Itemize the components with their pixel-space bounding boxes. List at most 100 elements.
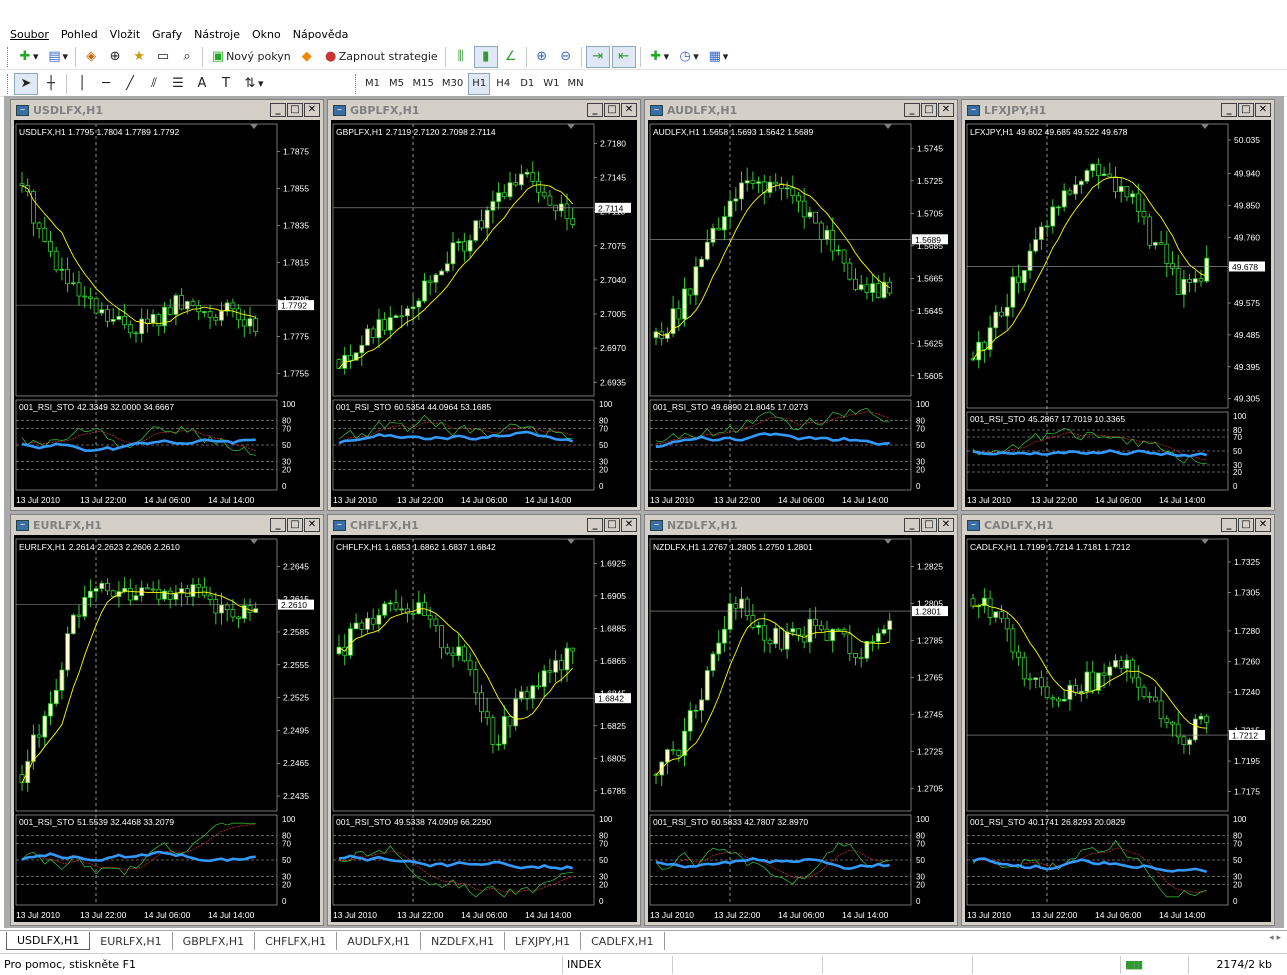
navigator-button[interactable]: ⊕ [104,46,126,68]
chart-tab[interactable]: GBPLFX,H1 [173,932,256,950]
close-button[interactable]: ✕ [1255,103,1271,117]
timeframe-h4-button[interactable]: H4 [492,73,514,95]
new-chart-button[interactable]: ✚ ▾ [14,46,42,68]
chart-window[interactable]: ~ LFXJPY,H1 _ □ ✕ 50.035 49.940 49.850 49.760 49.… [961,99,1275,511]
market-watch-button[interactable]: ◈ [80,46,102,68]
periods-toolbar-grip[interactable] [354,73,358,94]
chart-canvas[interactable]: 50.03549.94049.85049.76049.67549.57549.4… [965,120,1271,507]
menu-soubor[interactable]: Soubor [10,28,49,41]
chart-window[interactable]: ~ CHFLFX,H1 _ □ ✕ 1.6925 1.6905 1.6885 1.6865 1.6… [327,514,641,926]
bar-chart-button[interactable]: ⫼ [450,46,472,68]
chart-tab[interactable]: EURLFX,H1 [90,932,173,950]
close-button[interactable]: ✕ [621,103,637,117]
chart-titlebar[interactable]: ~ CHFLFX,H1 _ □ ✕ [329,516,639,534]
arrows-button[interactable]: ⇅ ▾ [239,73,267,95]
timeframe-m30-button[interactable]: M30 [439,73,466,95]
minimize-button[interactable]: _ [587,518,603,532]
chart-shift-button[interactable]: ⇤ [611,45,636,68]
timeframe-mn-button[interactable]: MN [565,73,587,95]
menu-napoveda[interactable]: Nápověda [293,28,349,41]
menu-grafy[interactable]: Grafy [152,28,182,41]
chart-titlebar[interactable]: ~ CADLFX,H1 _ □ ✕ [963,516,1273,534]
chart-titlebar[interactable]: ~ AUDLFX,H1 _ □ ✕ [646,101,956,119]
zoom-out-button[interactable]: ⊖ [555,46,577,68]
maximize-button[interactable]: □ [921,518,937,532]
close-button[interactable]: ✕ [304,518,320,532]
terminal-button[interactable]: ▭ [152,46,174,68]
close-button[interactable]: ✕ [621,518,637,532]
menu-pohled[interactable]: Pohled [61,28,98,41]
minimize-button[interactable]: _ [270,103,286,117]
zoom-in-button[interactable]: ⊕ [531,46,553,68]
chart-canvas[interactable]: 1.7875 1.7855 1.7835 1.7815 1.7795 1.7775 1.77… [14,120,320,507]
maximize-button[interactable]: □ [604,518,620,532]
strategy-tester-button[interactable]: ⌕ [176,46,198,68]
timeframe-d1-button[interactable]: D1 [516,73,538,95]
chart-canvas[interactable]: 2.2645 2.2615 2.2585 2.2555 2.2525 2.2495 2.24… [14,535,320,922]
vertical-line-button[interactable]: │ [71,73,93,95]
text-label-button[interactable]: T [215,73,237,95]
menu-okno[interactable]: Okno [252,28,281,41]
minimize-button[interactable]: _ [904,518,920,532]
fibonacci-button[interactable]: ☰ [167,73,189,95]
drawing-toolbar-grip[interactable] [7,73,10,94]
maximize-button[interactable]: □ [604,103,620,117]
channel-button[interactable]: ⫽ [143,73,165,95]
text-tool-button[interactable]: A [191,73,213,95]
indicators-button[interactable]: ✚ ▾ [645,46,673,68]
chart-titlebar[interactable]: ~ NZDLFX,H1 _ □ ✕ [646,516,956,534]
menu-nastroje[interactable]: Nástroje [194,28,240,41]
horizontal-line-button[interactable]: ─ [95,73,117,95]
chart-window[interactable]: ~ EURLFX,H1 _ □ ✕ 2.2645 2.2615 2.2585 2.2555 2.2… [10,514,324,926]
chart-tab[interactable]: CADLFX,H1 [581,932,665,950]
cursor-tool-button[interactable]: ➤ [14,72,38,95]
maximize-button[interactable]: □ [1238,518,1254,532]
chart-titlebar[interactable]: ~ EURLFX,H1 _ □ ✕ [12,516,322,534]
chart-canvas[interactable]: 2.71802.71452.71102.70752.70402.70052.69… [331,120,637,507]
strategy-toggle-button[interactable]: ● Zapnout strategie [320,46,441,68]
timeframe-w1-button[interactable]: W1 [540,73,562,95]
timeframe-m15-button[interactable]: M15 [410,73,437,95]
chart-canvas[interactable]: 1.5745 1.5725 1.5705 1.5685 1.5665 1.5645 1.56… [648,120,954,507]
maximize-button[interactable]: □ [921,103,937,117]
line-chart-button[interactable]: ∠ [500,46,522,68]
toolbar-grip[interactable] [7,46,10,67]
close-button[interactable]: ✕ [1255,518,1271,532]
minimize-button[interactable]: _ [904,103,920,117]
trendline-button[interactable]: ╱ [119,73,141,95]
close-button[interactable]: ✕ [304,103,320,117]
tab-scroll-arrows[interactable]: ◂ ▸ [1269,933,1281,943]
menu-vlozit[interactable]: Vložit [110,28,140,41]
chart-window[interactable]: ~ USDLFX,H1 _ □ ✕ 1.7875 1.7855 1.7835 1.7815 1.7… [10,99,324,511]
chart-tab[interactable]: LFXJPY,H1 [505,932,582,950]
chart-titlebar[interactable]: ~ USDLFX,H1 _ □ ✕ [12,101,322,119]
profiles-button[interactable]: ▤ ▾ [44,46,72,68]
maximize-button[interactable]: □ [1238,103,1254,117]
chart-tab[interactable]: AUDLFX,H1 [337,932,421,950]
chart-window[interactable]: ~ NZDLFX,H1 _ □ ✕ 1.2825 1.2805 1.2785 1.2765 1.2… [644,514,958,926]
maximize-button[interactable]: □ [287,103,303,117]
chart-tab[interactable]: NZDLFX,H1 [421,932,505,950]
timeframe-m5-button[interactable]: M5 [386,73,408,95]
chart-window[interactable]: ~ AUDLFX,H1 _ □ ✕ 1.5745 1.5725 1.5705 1.5685 1.5… [644,99,958,511]
chart-canvas[interactable]: 1.69251.69051.68851.68651.68451.68251.68… [331,535,637,922]
new-order-button[interactable]: ▣ Nový pokyn [207,46,294,68]
chart-window[interactable]: ~GBPLFX,H1_□✕2.71802.71452.71102.70752.7… [327,99,641,511]
warning-button[interactable]: ◆ [296,46,318,68]
minimize-button[interactable]: _ [270,518,286,532]
templates-button[interactable]: ▦ ▾ [704,46,732,68]
periods-button[interactable]: ◷ ▾ [674,46,702,68]
minimize-button[interactable]: _ [1221,518,1237,532]
timeframe-h1-button[interactable]: H1 [468,72,491,95]
chart-window[interactable]: ~ CADLFX,H1 _ □ ✕ 1.7325 1.7305 1.7280 1.7260 1.7… [961,514,1275,926]
timeframe-m1-button[interactable]: M1 [362,73,384,95]
close-button[interactable]: ✕ [938,518,954,532]
crosshair-tool-button[interactable]: ┼ [40,73,62,95]
chart-canvas[interactable]: 1.73251.73051.72801.72601.72401.72151.71… [965,535,1271,922]
navigator-folder-button[interactable]: ★ [128,46,150,68]
chart-titlebar[interactable]: ~ GBPLFX,H1 _ □ ✕ [329,101,639,119]
minimize-button[interactable]: _ [587,103,603,117]
minimize-button[interactable]: _ [1221,103,1237,117]
autoscroll-button[interactable]: ⇥ [585,45,610,68]
chart-canvas[interactable]: 1.2825 1.2805 1.2785 1.2765 1.2745 1.2725 1.27… [648,535,954,922]
